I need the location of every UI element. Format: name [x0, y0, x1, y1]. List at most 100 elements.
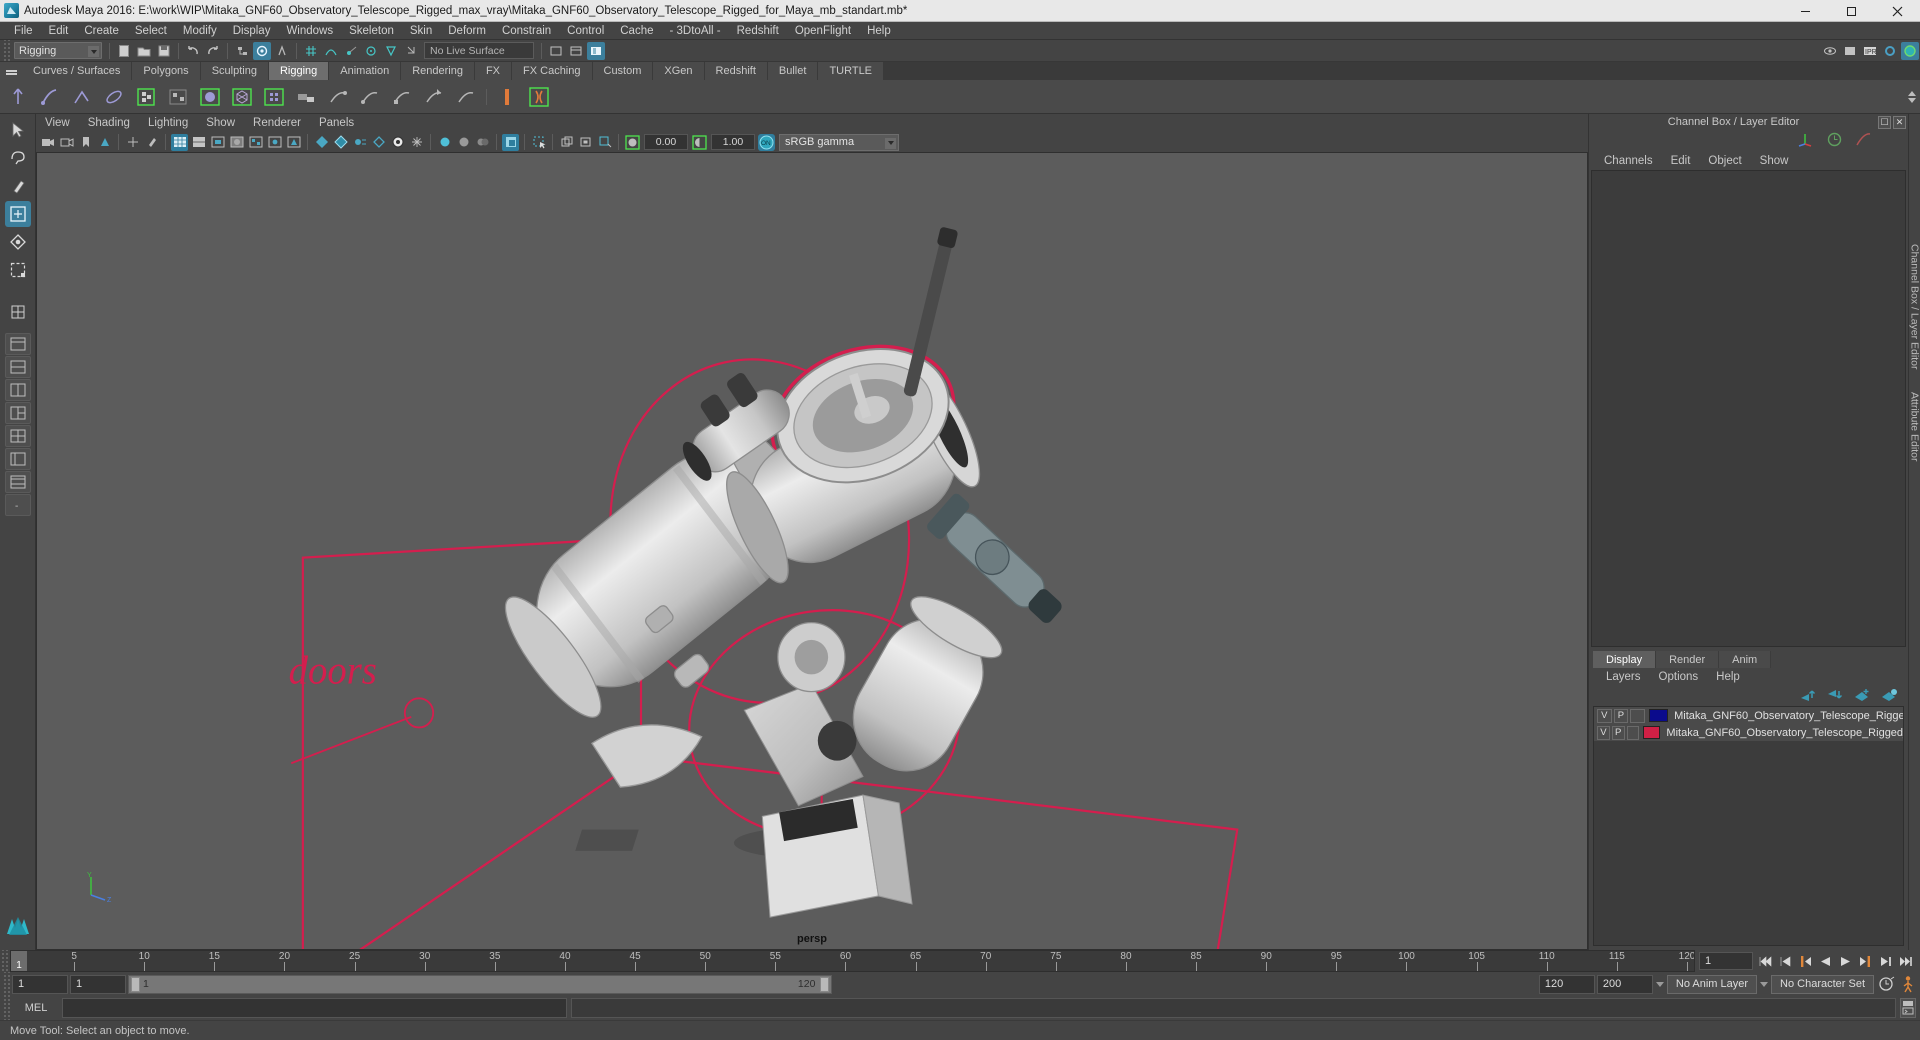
layer-row[interactable]: V P Mitaka_GNF60_Observatory_Telescope_R… [1594, 707, 1903, 724]
scroll-up-icon[interactable] [1908, 90, 1916, 96]
create-ik-handle-icon[interactable] [36, 83, 64, 111]
layout-four-pane-button[interactable] [4, 425, 31, 447]
channel-box-menu-edit[interactable]: Edit [1662, 155, 1700, 167]
menu-display[interactable]: Display [225, 22, 279, 40]
orient-constraint-icon[interactable] [356, 83, 384, 111]
viewport-menu-shading[interactable]: Shading [79, 114, 139, 132]
menu-cache[interactable]: Cache [612, 22, 661, 40]
gamma-icon[interactable] [691, 134, 708, 151]
current-frame-field[interactable]: 1 [1699, 952, 1753, 970]
menu-edit[interactable]: Edit [41, 22, 77, 40]
layer-name[interactable]: Mitaka_GNF60_Observatory_Telescope_Rigge… [1674, 710, 1903, 722]
x-ray-icon[interactable] [436, 134, 453, 151]
shelf-tab-curves-surfaces[interactable]: Curves / Surfaces [22, 62, 133, 80]
x-ray-joints-icon[interactable] [455, 134, 472, 151]
shelf-tab-rendering[interactable]: Rendering [401, 62, 475, 80]
shelf-menu-icon[interactable] [0, 62, 22, 80]
animation-end-time-field[interactable]: 200 [1596, 974, 1653, 994]
move-tool[interactable] [4, 201, 31, 227]
menu-help[interactable]: Help [859, 22, 899, 40]
display-textures-icon[interactable] [558, 134, 575, 151]
viewport-menu-renderer[interactable]: Renderer [244, 114, 310, 132]
screen-space-ao-icon[interactable] [332, 134, 349, 151]
layer-row[interactable]: V P Mitaka_GNF60_Observatory_Telescope_R… [1594, 724, 1903, 741]
shelf-tab-turtle[interactable]: TURTLE [818, 62, 885, 80]
save-scene-icon[interactable] [155, 42, 173, 60]
depth-of-field-icon[interactable] [389, 134, 406, 151]
shelf-tab-animation[interactable]: Animation [329, 62, 402, 80]
display-layer-list[interactable]: V P Mitaka_GNF60_Observatory_Telescope_R… [1593, 706, 1904, 946]
select-by-component-type-icon[interactable] [273, 42, 291, 60]
layout-two-pane-side-button[interactable] [4, 379, 31, 401]
layer-visibility-toggle[interactable]: V [1597, 708, 1612, 723]
menu-file[interactable]: File [6, 22, 41, 40]
layer-playback-toggle[interactable]: P [1613, 708, 1629, 723]
step-back-frame-icon[interactable] [1797, 953, 1814, 970]
shelf-tab-custom[interactable]: Custom [592, 62, 654, 80]
wireframe-shading-icon[interactable] [171, 133, 188, 151]
range-end-handle[interactable] [820, 976, 830, 992]
bookmark-icon[interactable] [77, 134, 94, 151]
step-forward-keyframe-icon[interactable] [1877, 953, 1894, 970]
dock-tab-attribute-editor[interactable]: Attribute Editor [1909, 392, 1920, 461]
multisample-aa-icon[interactable] [370, 134, 387, 151]
playback-end-time-field[interactable]: 120 [1538, 974, 1595, 994]
smooth-wireframe-icon[interactable] [577, 134, 594, 151]
create-layer-from-selection-icon[interactable] [1881, 688, 1898, 705]
shaded-mode-icon[interactable] [228, 134, 245, 151]
character-set-dropdown-icon[interactable] [1759, 982, 1769, 987]
layout-hypershade-button[interactable] [4, 471, 31, 493]
grease-pencil-icon[interactable] [143, 134, 160, 151]
anim-layer-dropdown-icon[interactable] [1655, 982, 1665, 987]
shelf-tab-rigging[interactable]: Rigging [268, 62, 330, 80]
create-character-set-icon[interactable] [493, 83, 521, 111]
panel-grip[interactable] [1597, 121, 1660, 123]
gamma-value-field[interactable]: 1.00 [711, 134, 755, 150]
layer-color-swatch[interactable] [1648, 709, 1669, 722]
layer-state-toggle[interactable] [1630, 708, 1645, 723]
menu-redshift[interactable]: Redshift [729, 22, 787, 40]
channel-box-axis-icon[interactable] [1797, 131, 1814, 151]
shelf-scroll-arrows[interactable] [1908, 90, 1920, 103]
isolate-select-icon[interactable] [408, 134, 425, 151]
snap-to-projected-center-icon[interactable] [362, 42, 380, 60]
time-slider-track[interactable]: 1 5 10 15 20 25 30 35 40 45 50 55 60 65 70 75 80 85 90 95 1… [10, 950, 1695, 972]
exposure-icon[interactable] [624, 134, 641, 151]
layout-single-pane-button[interactable] [4, 333, 31, 355]
minimize-button[interactable] [1782, 0, 1828, 22]
playback-range-control[interactable]: 1 120 [128, 974, 833, 994]
parent-constraint-icon[interactable] [292, 83, 320, 111]
create-joint-icon[interactable] [4, 83, 32, 111]
go-to-start-icon[interactable] [1757, 953, 1774, 970]
exposure-value-field[interactable]: 0.00 [644, 134, 688, 150]
time-slider-grip[interactable] [0, 950, 8, 972]
menu-skin[interactable]: Skin [402, 22, 440, 40]
layer-playback-toggle[interactable]: P [1611, 725, 1625, 740]
viewport-menu-panels[interactable]: Panels [310, 114, 363, 132]
layer-menu-help[interactable]: Help [1707, 671, 1749, 683]
scale-tool[interactable] [5, 257, 31, 283]
point-constraint-icon[interactable] [324, 83, 352, 111]
shelf-tab-polygons[interactable]: Polygons [132, 62, 201, 80]
make-live-icon[interactable] [402, 42, 420, 60]
menu-deform[interactable]: Deform [440, 22, 494, 40]
menu-set-selector[interactable]: Rigging [14, 42, 102, 59]
undo-icon[interactable] [184, 42, 202, 60]
menu-openflight[interactable]: OpenFlight [787, 22, 859, 40]
snap-to-point-icon[interactable] [342, 42, 360, 60]
command-line-grip[interactable] [2, 996, 10, 1020]
shelf-tab-fx[interactable]: FX [474, 62, 513, 80]
live-surface-field[interactable]: No Live Surface [424, 42, 534, 59]
x-ray-active-components-icon[interactable] [474, 134, 491, 151]
exposure-toggle-icon[interactable] [502, 133, 519, 151]
show-outliner-icon[interactable] [547, 42, 565, 60]
layer-menu-layers[interactable]: Layers [1597, 671, 1650, 683]
shelf-tab-fx-caching[interactable]: FX Caching [512, 62, 593, 80]
range-start-handle[interactable] [131, 976, 140, 992]
play-backwards-icon[interactable] [1817, 953, 1834, 970]
menu-control[interactable]: Control [559, 22, 612, 40]
cluster-deformer-icon[interactable] [260, 83, 288, 111]
select-by-hierarchy-icon[interactable] [233, 42, 251, 60]
layer-tab-display[interactable]: Display [1593, 651, 1657, 668]
use-default-lighting-icon[interactable] [266, 134, 283, 151]
